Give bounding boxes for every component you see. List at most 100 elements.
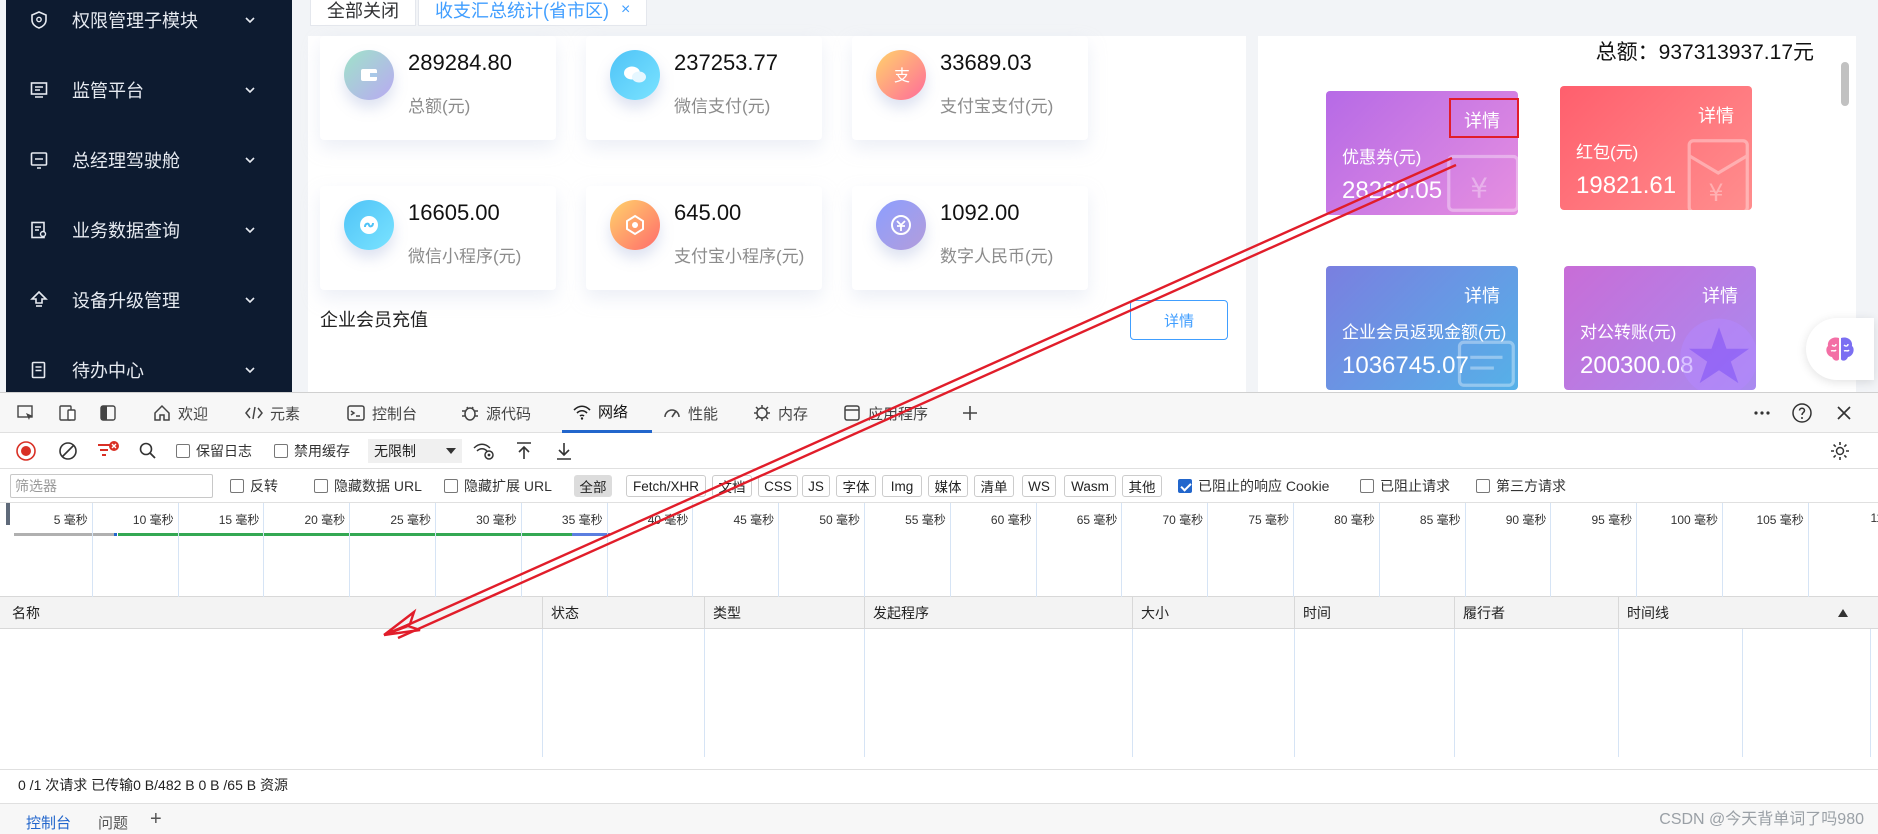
tab-application[interactable]: 应用程序 — [832, 393, 938, 433]
tab-network[interactable]: 网络 — [562, 393, 652, 433]
checkbox[interactable] — [314, 479, 328, 493]
checkbox[interactable] — [230, 479, 244, 493]
invert-checkbox[interactable]: 反转 — [230, 469, 278, 503]
tab-elements[interactable]: 元素 — [234, 393, 310, 433]
card-detail-link[interactable]: 详情 — [1702, 282, 1738, 308]
filter-type-other[interactable]: 其他 — [1122, 475, 1162, 497]
card-value: 19821.61 — [1576, 172, 1677, 199]
tab-income-summary[interactable]: 收支汇总统计(省市区) × — [418, 0, 648, 26]
column-fulfilled-by[interactable]: 履行者 — [1454, 597, 1618, 629]
inspect-icon[interactable] — [14, 401, 38, 425]
red-packet-icon: ¥ — [1687, 139, 1749, 210]
timeline-tick-label: 65 毫秒 — [1076, 513, 1118, 527]
search-icon[interactable] — [136, 439, 160, 463]
export-har-icon[interactable] — [552, 439, 576, 463]
sidebar-item-business-query[interactable]: 业务数据查询 — [6, 200, 292, 260]
third-party-checkbox[interactable]: 第三方请求 — [1476, 469, 1566, 503]
throttle-select[interactable]: 无限制 — [368, 439, 462, 463]
checkbox[interactable] — [274, 444, 288, 458]
add-drawer-tab-icon[interactable]: + — [144, 804, 168, 834]
card-detail-link[interactable]: 详情 — [1464, 282, 1500, 308]
timeline-tick-label: 10 毫秒 — [132, 513, 174, 527]
timeline-tick-label: 105 毫秒 — [1756, 513, 1804, 527]
checkbox[interactable] — [1476, 479, 1490, 493]
filter-type-all[interactable]: 全部 — [574, 475, 612, 497]
assistant-button[interactable] — [1806, 318, 1874, 380]
card-label: 红包(元) — [1576, 143, 1639, 162]
sidebar-item-device-upgrade[interactable]: 设备升级管理 — [6, 270, 292, 330]
tab-sources[interactable]: 源代码 — [450, 393, 541, 433]
filter-input[interactable]: 筛选器 — [10, 474, 213, 498]
sidebar-item-label: 业务数据查询 — [72, 221, 180, 241]
filter-icon[interactable] — [96, 439, 120, 463]
blocked-requests-checkbox[interactable]: 已阻止请求 — [1360, 469, 1450, 503]
column-size[interactable]: 大小 — [1132, 597, 1294, 629]
filter-type-js[interactable]: JS — [802, 475, 830, 497]
tab-performance[interactable]: 性能 — [652, 393, 728, 433]
device-toolbar-icon[interactable] — [56, 401, 80, 425]
help-icon[interactable] — [1790, 401, 1814, 425]
clear-icon[interactable] — [56, 439, 80, 463]
card-corporate-transfer: 详情 对公转账(元) 200300.08 — [1564, 266, 1756, 390]
stat-value: 33689.03 — [940, 50, 1032, 75]
application-icon — [844, 405, 860, 421]
filter-type-doc[interactable]: 文档 — [712, 475, 752, 497]
sidebar-item-supervision[interactable]: 监管平台 — [6, 60, 292, 120]
sidebar-item-cockpit[interactable]: 总经理驾驶舱 — [6, 130, 292, 190]
filter-type-manifest[interactable]: 清单 — [974, 475, 1014, 497]
network-settings-icon[interactable] — [1828, 439, 1852, 463]
stat-card-total: 289284.80 总额(元) — [320, 36, 556, 140]
column-status[interactable]: 状态 — [542, 597, 704, 629]
checkbox-label: 保留日志 — [196, 443, 252, 459]
filter-type-wasm[interactable]: Wasm — [1064, 475, 1116, 497]
timeline-tick-label: 5 毫秒 — [53, 513, 88, 527]
drawer-tab-console[interactable]: 控制台 — [20, 808, 77, 834]
close-devtools-icon[interactable] — [1832, 401, 1856, 425]
tab-memory[interactable]: 内存 — [742, 393, 818, 433]
checkbox-label: 反转 — [250, 478, 278, 494]
more-options-icon[interactable] — [1750, 401, 1774, 425]
filter-type-font[interactable]: 字体 — [836, 475, 876, 497]
filter-type-img[interactable]: Img — [882, 475, 922, 497]
network-conditions-icon[interactable] — [472, 439, 496, 463]
column-type[interactable]: 类型 — [704, 597, 864, 629]
hide-extension-url-checkbox[interactable]: 隐藏扩展 URL — [444, 469, 552, 503]
column-waterfall[interactable]: 时间线 — [1618, 597, 1878, 629]
tab-console[interactable]: 控制台 — [336, 393, 427, 433]
scrollbar-thumb[interactable] — [1841, 62, 1849, 106]
monitor-icon — [28, 79, 50, 101]
drawer-tab-issues[interactable]: 问题 — [92, 808, 134, 834]
record-icon[interactable] — [14, 439, 38, 463]
filter-type-ws[interactable]: WS — [1022, 475, 1056, 497]
tab-close-all[interactable]: 全部关闭 — [310, 0, 416, 26]
card-label: 优惠券(元) — [1342, 148, 1422, 167]
network-overview-timeline[interactable]: 5 毫秒 10 毫秒 15 毫秒 20 毫秒 25 毫秒 30 毫秒 35 毫秒 40 毫秒 4… — [0, 503, 1878, 597]
checkbox[interactable] — [1178, 479, 1192, 493]
hide-data-url-checkbox[interactable]: 隐藏数据 URL — [314, 469, 422, 503]
column-time[interactable]: 时间 — [1294, 597, 1454, 629]
sidebar-item-permissions[interactable]: 权限管理子模块 — [6, 0, 292, 50]
chevron-down-icon — [245, 87, 255, 94]
filter-type-fetch-xhr[interactable]: Fetch/XHR — [626, 475, 706, 497]
blocked-cookies-checkbox[interactable]: 已阻止的响应 Cookie — [1178, 469, 1329, 503]
filter-type-css[interactable]: CSS — [758, 475, 798, 497]
dock-icon[interactable] — [96, 401, 120, 425]
sidebar-item-todo[interactable]: 待办中心 — [6, 340, 292, 392]
checkbox[interactable] — [1360, 479, 1374, 493]
add-tab-icon[interactable] — [958, 401, 982, 425]
column-initiator[interactable]: 发起程序 — [864, 597, 1132, 629]
column-name[interactable]: 名称 — [4, 597, 542, 629]
tab-label: 源代码 — [486, 405, 532, 423]
preserve-log-checkbox[interactable]: 保留日志 — [176, 433, 252, 469]
close-icon[interactable]: × — [621, 1, 630, 19]
card-detail-link[interactable]: 详情 — [1698, 102, 1734, 128]
todo-icon — [28, 359, 50, 381]
tab-welcome[interactable]: 欢迎 — [142, 393, 218, 433]
import-har-icon[interactable] — [512, 439, 536, 463]
tab-label: 收支汇总统计(省市区) — [435, 0, 609, 21]
disable-cache-checkbox[interactable]: 禁用缓存 — [274, 433, 350, 469]
member-detail-button[interactable]: 详情 — [1130, 300, 1228, 340]
checkbox[interactable] — [176, 444, 190, 458]
filter-type-media[interactable]: 媒体 — [928, 475, 968, 497]
checkbox[interactable] — [444, 479, 458, 493]
